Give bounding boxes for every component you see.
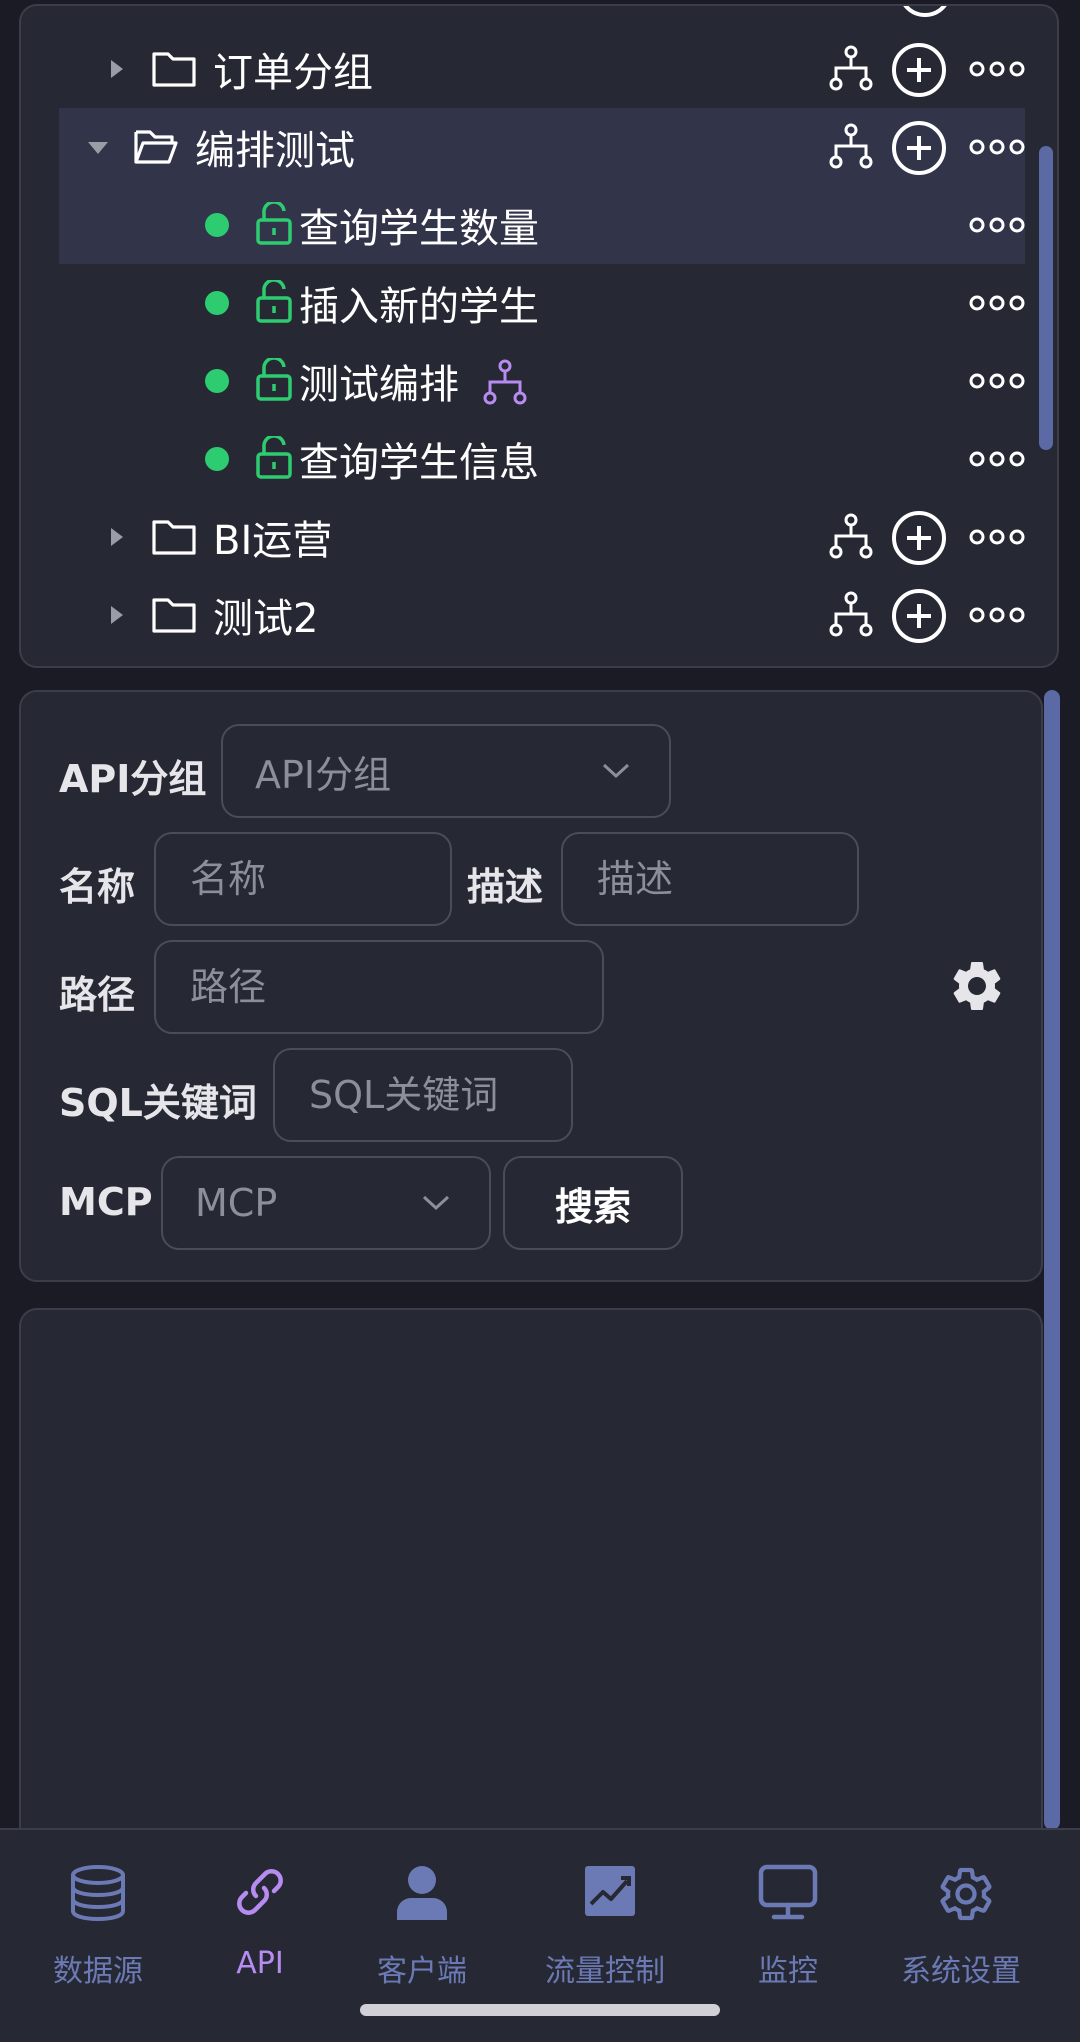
- status-dot: [205, 447, 229, 471]
- sql-keyword-input-box[interactable]: [273, 1048, 573, 1142]
- more-icon[interactable]: [969, 606, 1025, 624]
- tree-group-label: BI运营: [213, 518, 333, 564]
- nav-label: 系统设置: [901, 1954, 1021, 1989]
- nav-item-monitor[interactable]: 监控: [728, 1830, 848, 1989]
- unlock-icon: [256, 202, 292, 245]
- sql-keyword-label: SQL关键词: [59, 1081, 257, 1125]
- add-icon[interactable]: [891, 42, 947, 98]
- link-icon: [237, 1869, 283, 1915]
- tree-api-label: 测试编排: [299, 362, 459, 408]
- desc-input[interactable]: [595, 856, 857, 902]
- folder-icon: [152, 52, 196, 87]
- desc-input-box[interactable]: [561, 832, 859, 926]
- add-icon[interactable]: [891, 510, 947, 566]
- tree-api-row-selected[interactable]: 查询学生数量: [59, 186, 1025, 264]
- caret-right-icon[interactable]: [101, 600, 131, 630]
- user-icon: [397, 1866, 447, 1920]
- folder-open-icon: [134, 130, 178, 164]
- tree-group-row[interactable]: 测试2: [59, 576, 1025, 654]
- folder-icon: [152, 520, 196, 555]
- nav-item-api[interactable]: API: [200, 1830, 320, 1981]
- caret-down-icon[interactable]: [83, 132, 113, 162]
- unlock-icon: [256, 358, 292, 401]
- name-label: 名称: [59, 865, 136, 909]
- more-icon[interactable]: [969, 138, 1025, 156]
- nav-item-client[interactable]: 客户端: [362, 1830, 482, 1989]
- api-group-select-value: API分组: [255, 752, 392, 797]
- database-icon: [71, 1865, 125, 1922]
- path-input-box[interactable]: [154, 940, 604, 1034]
- sql-keyword-input[interactable]: [307, 1072, 571, 1118]
- path-input[interactable]: [188, 964, 602, 1010]
- tree-group-row[interactable]: 订单分组: [59, 30, 1025, 108]
- flow-icon[interactable]: [829, 122, 873, 170]
- caret-right-icon[interactable]: [101, 54, 131, 84]
- tree-api-label: 查询学生数量: [299, 206, 539, 252]
- status-dot: [205, 213, 229, 237]
- api-tree-panel: 订单分组 编排测试 查询学生数量 插入新的学生 测试编排 查询学生信息 BI运营…: [19, 4, 1059, 668]
- name-input-box[interactable]: [154, 832, 452, 926]
- nav-label: API: [236, 1946, 284, 1981]
- screen: 订单分组 编排测试 查询学生数量 插入新的学生 测试编排 查询学生信息 BI运营…: [0, 0, 1080, 2042]
- nav-item-settings[interactable]: 系统设置: [901, 1830, 1026, 1989]
- more-icon[interactable]: [969, 60, 1025, 78]
- tree-group-label: 测试2: [213, 596, 319, 642]
- settings-gear-icon[interactable]: [947, 956, 1007, 1016]
- more-icon[interactable]: [969, 294, 1025, 312]
- home-indicator[interactable]: [360, 2004, 720, 2016]
- chevron-down-icon: [602, 763, 630, 779]
- unlock-icon: [256, 280, 292, 323]
- status-dot: [205, 369, 229, 393]
- flow-icon[interactable]: [829, 590, 873, 638]
- nav-label: 流量控制: [545, 1954, 665, 1989]
- nav-label: 数据源: [53, 1954, 143, 1989]
- tree-group-row-selected[interactable]: 编排测试: [59, 108, 1025, 186]
- flow-icon[interactable]: [829, 44, 873, 92]
- tree-api-label: 查询学生信息: [299, 440, 539, 486]
- folder-icon: [152, 598, 196, 633]
- mcp-select-value: MCP: [195, 1181, 278, 1225]
- nav-item-traffic[interactable]: 流量控制: [545, 1830, 670, 1989]
- flow-badge-icon: [483, 359, 527, 405]
- more-icon[interactable]: [969, 528, 1025, 546]
- path-label: 路径: [59, 973, 136, 1017]
- add-icon[interactable]: [891, 120, 947, 176]
- tree-api-row[interactable]: 插入新的学生: [59, 264, 1025, 342]
- tree-api-row[interactable]: 查询学生信息: [59, 420, 1025, 498]
- nav-label: 监控: [758, 1954, 818, 1989]
- chart-icon: [585, 1866, 635, 1916]
- tree-group-row[interactable]: BI运营: [59, 498, 1025, 576]
- caret-right-icon[interactable]: [101, 522, 131, 552]
- tree-group-label: 编排测试: [195, 128, 355, 174]
- name-input[interactable]: [188, 856, 450, 902]
- desc-label: 描述: [467, 865, 544, 909]
- flow-icon[interactable]: [829, 512, 873, 560]
- mcp-label: MCP: [59, 1180, 153, 1224]
- chevron-down-icon: [422, 1195, 450, 1211]
- mcp-select[interactable]: MCP: [161, 1156, 491, 1250]
- monitor-icon: [758, 1864, 818, 1920]
- tree-group-label: 订单分组: [213, 50, 373, 96]
- more-icon[interactable]: [969, 216, 1025, 234]
- tree-api-label: 插入新的学生: [299, 284, 539, 330]
- tree-scrollbar[interactable]: [1039, 146, 1053, 450]
- status-dot: [205, 291, 229, 315]
- unlock-icon: [256, 436, 292, 479]
- search-form-panel: API分组 API分组 名称 描述 路径 SQL关键词 MCP: [19, 690, 1043, 1282]
- nav-label: 客户端: [377, 1954, 467, 1989]
- add-icon[interactable]: [891, 588, 947, 644]
- api-group-label: API分组: [59, 757, 207, 801]
- more-icon[interactable]: [969, 372, 1025, 390]
- nav-item-datasource[interactable]: 数据源: [38, 1830, 158, 1989]
- api-group-select[interactable]: API分组: [221, 724, 671, 818]
- tree-api-row[interactable]: 测试编排: [59, 342, 1025, 420]
- more-icon[interactable]: [969, 450, 1025, 468]
- add-icon-partial: [903, 6, 947, 17]
- search-button[interactable]: 搜索: [503, 1156, 683, 1250]
- page-scrollbar[interactable]: [1044, 690, 1060, 1830]
- gear-icon: [940, 1867, 992, 1921]
